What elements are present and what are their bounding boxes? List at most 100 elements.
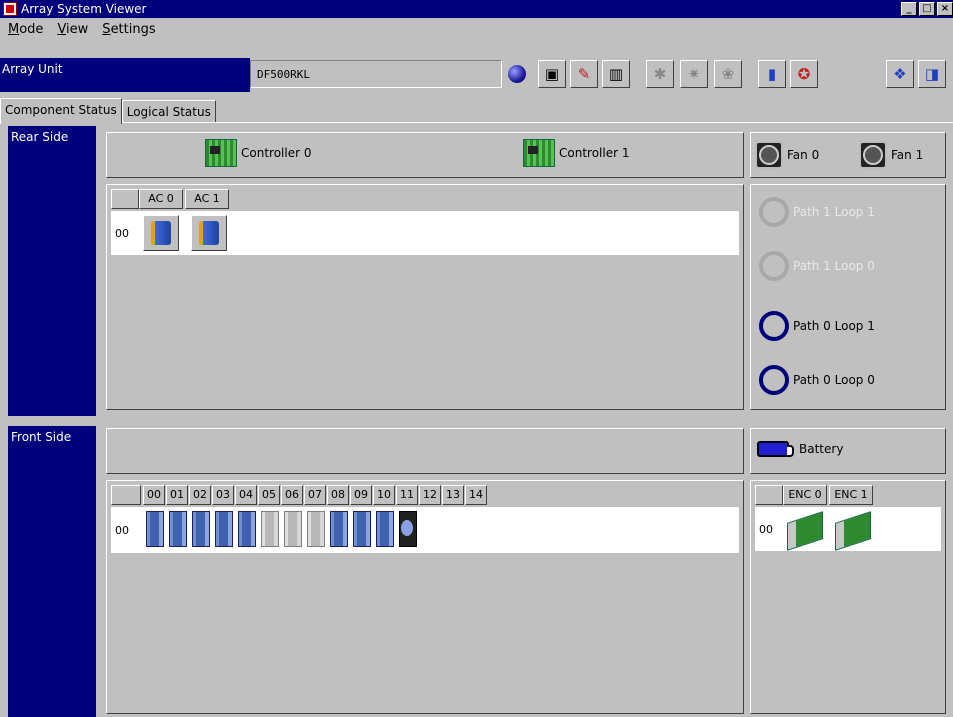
fan-icon — [755, 141, 783, 169]
ac-header-0: AC 0 — [139, 189, 183, 209]
path-0-loop-1-label: Path 0 Loop 1 — [793, 319, 875, 333]
fan-icon — [859, 141, 887, 169]
drive-header: 10 — [373, 485, 395, 505]
battery[interactable]: Battery — [757, 441, 843, 457]
drive-slot-icon[interactable] — [261, 511, 279, 547]
path-0-loop-0-label: Path 0 Loop 0 — [793, 373, 875, 387]
enc-panel: ENC 0 ENC 1 00 — [750, 480, 946, 714]
drive-slot-icon[interactable] — [284, 511, 302, 547]
drive-header: 02 — [189, 485, 211, 505]
drive-header: 05 — [258, 485, 280, 505]
performance-icon[interactable]: ✪ — [790, 60, 818, 88]
path-ring-icon — [759, 251, 789, 281]
drive-header: 11 — [396, 485, 418, 505]
drive-slot-icon[interactable] — [330, 511, 348, 547]
controller-0[interactable]: Controller 0 — [205, 139, 311, 167]
title-bar: Array System Viewer _ □ × — [0, 0, 953, 18]
drive-slot-icon[interactable] — [215, 511, 233, 547]
path-ring-icon — [759, 365, 789, 395]
drive-slot-icon[interactable] — [376, 511, 394, 547]
controller-1-label: Controller 1 — [559, 146, 630, 160]
tab-logical-status[interactable]: Logical Status — [121, 100, 216, 122]
menu-mode[interactable]: Mode — [8, 22, 43, 37]
fan-0[interactable]: Fan 0 — [755, 141, 819, 169]
battery-panel: Battery — [750, 428, 946, 474]
drive-header: 04 — [235, 485, 257, 505]
remove-component-icon[interactable]: ✷ — [680, 60, 708, 88]
statistics-icon[interactable]: ▮ — [758, 60, 786, 88]
maximize-button[interactable]: □ — [919, 2, 935, 16]
drive-header: 14 — [465, 485, 487, 505]
drive-header: 08 — [327, 485, 349, 505]
app-icon — [3, 2, 17, 16]
fan-1[interactable]: Fan 1 — [859, 141, 923, 169]
path-1-loop-1[interactable]: Path 1 Loop 1 — [759, 197, 875, 227]
controller-1[interactable]: Controller 1 — [523, 139, 629, 167]
menu-view[interactable]: View — [57, 22, 88, 37]
fan-0-label: Fan 0 — [787, 148, 820, 162]
window-controls: _ □ × — [901, 2, 953, 16]
ac-power-0-icon[interactable] — [143, 215, 179, 251]
wrench-icon[interactable]: ✎ — [570, 60, 598, 88]
path-1-loop-0-label: Path 1 Loop 0 — [793, 259, 875, 273]
path-panel: Path 1 Loop 1 Path 1 Loop 0 Path 0 Loop … — [750, 184, 946, 410]
help-icon[interactable]: ❖ — [886, 60, 914, 88]
add-component-icon[interactable]: ✱ — [646, 60, 674, 88]
path-0-loop-1[interactable]: Path 0 Loop 1 — [759, 311, 875, 341]
ac-power-1-icon[interactable] — [191, 215, 227, 251]
enc-row-label: 00 — [759, 523, 773, 536]
drive-slot-icon[interactable] — [399, 511, 417, 547]
fan-1-label: Fan 1 — [891, 148, 924, 162]
rear-side-label: Rear Side — [8, 126, 96, 416]
drive-header: 09 — [350, 485, 372, 505]
fan-panel: Fan 0 Fan 1 — [750, 132, 946, 178]
battery-label: Battery — [799, 442, 844, 456]
config-icon[interactable]: ▥ — [602, 60, 630, 88]
ac-row-label: 00 — [115, 227, 129, 240]
menu-bar: Mode View Settings — [0, 18, 953, 40]
tab-divider — [0, 122, 953, 123]
close-button[interactable]: × — [937, 2, 953, 16]
array-unit-field[interactable]: DF500RKL — [250, 60, 502, 88]
drive-slot-icon[interactable] — [146, 511, 164, 547]
tab-bar: Component Status Logical Status — [0, 98, 216, 124]
drive-header: 03 — [212, 485, 234, 505]
enclosure-1-icon[interactable] — [835, 511, 873, 551]
drive-header: 06 — [281, 485, 303, 505]
exit-icon[interactable]: ◨ — [918, 60, 946, 88]
ac-header-corner — [111, 189, 139, 209]
menu-settings[interactable]: Settings — [102, 22, 155, 37]
drive-row-label: 00 — [115, 524, 129, 537]
monitor-icon[interactable]: ▣ — [538, 60, 566, 88]
drive-slot-icon[interactable] — [307, 511, 325, 547]
drive-header: 13 — [442, 485, 464, 505]
path-0-loop-0[interactable]: Path 0 Loop 0 — [759, 365, 875, 395]
window-title: Array System Viewer — [21, 2, 147, 16]
drive-header: 07 — [304, 485, 326, 505]
array-unit-label: Array Unit — [0, 58, 250, 92]
tab-component-status[interactable]: Component Status — [0, 98, 122, 124]
path-ring-icon — [759, 311, 789, 341]
controller-board-icon — [205, 139, 237, 167]
front-side-label: Front Side — [8, 426, 96, 717]
enc-header-corner — [755, 485, 783, 505]
path-1-loop-1-label: Path 1 Loop 1 — [793, 205, 875, 219]
drive-slot-icon[interactable] — [192, 511, 210, 547]
minimize-button[interactable]: _ — [901, 2, 917, 16]
drive-slot-icon[interactable] — [238, 511, 256, 547]
ac-panel: AC 0 AC 1 00 — [106, 184, 744, 410]
battery-icon — [757, 441, 794, 457]
controller-panel: Controller 0 Controller 1 — [106, 132, 744, 178]
drive-panel: 00 01 02 03 04 05 06 07 08 09 10 11 12 13 14 00 — [106, 480, 744, 714]
enclosure-0-icon[interactable] — [787, 511, 825, 551]
drive-slot-icon[interactable] — [169, 511, 187, 547]
refresh-icon[interactable]: ❀ — [714, 60, 742, 88]
controller-board-icon — [523, 139, 555, 167]
status-led-icon — [508, 65, 526, 83]
enc-header-1: ENC 1 — [829, 485, 873, 505]
ac-header-1: AC 1 — [185, 189, 229, 209]
front-top-panel — [106, 428, 744, 474]
drive-header: 01 — [166, 485, 188, 505]
path-1-loop-0[interactable]: Path 1 Loop 0 — [759, 251, 875, 281]
drive-slot-icon[interactable] — [353, 511, 371, 547]
